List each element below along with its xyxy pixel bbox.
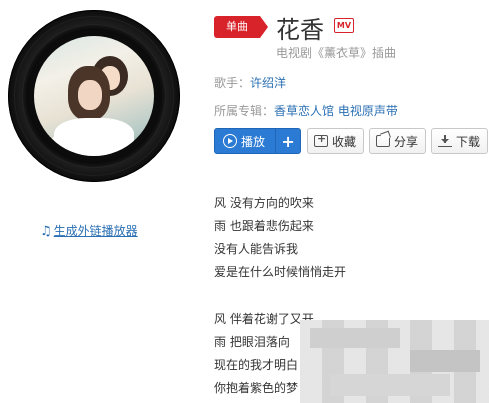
mv-icon[interactable]: MV bbox=[334, 18, 354, 33]
blur-block bbox=[330, 374, 450, 396]
cover-script-text: iver 薰 bbox=[38, 132, 87, 147]
share-label: 分享 bbox=[394, 134, 419, 149]
album-link[interactable]: 香草恋人馆 电视原声带 bbox=[274, 104, 398, 118]
singer-row: 歌手：许绍洋 bbox=[214, 74, 286, 91]
collect-button[interactable]: 收藏 bbox=[307, 128, 365, 154]
music-note-icon: ♫ bbox=[40, 224, 52, 239]
blur-block bbox=[410, 350, 480, 372]
single-badge: 单曲 bbox=[214, 16, 268, 38]
share-icon bbox=[376, 135, 390, 147]
album-cover-image: iver 薰 bbox=[34, 36, 154, 156]
song-title: 花香 bbox=[276, 16, 324, 44]
generate-player-link[interactable]: ♫ 生成外链播放器 bbox=[40, 222, 138, 239]
lyric-line: 爱是在什么时候悄悄走开 bbox=[214, 265, 347, 279]
play-button[interactable]: 播放 bbox=[215, 129, 277, 153]
download-label: 下载 bbox=[456, 134, 481, 149]
album-label: 所属专辑： bbox=[214, 104, 275, 118]
player-link-label: 生成外链播放器 bbox=[53, 224, 138, 238]
collect-label: 收藏 bbox=[332, 134, 357, 149]
singer-label: 歌手： bbox=[214, 76, 251, 90]
blur-block bbox=[310, 328, 400, 348]
add-to-playlist-button[interactable]: + bbox=[276, 129, 300, 153]
lyric-gap bbox=[214, 284, 346, 308]
play-label: 播放 bbox=[241, 134, 266, 149]
cover-face-front bbox=[78, 80, 102, 110]
collect-icon bbox=[314, 132, 328, 147]
download-icon bbox=[438, 135, 452, 147]
pixelated-overlay bbox=[300, 320, 489, 403]
singer-link[interactable]: 许绍洋 bbox=[250, 76, 286, 90]
play-icon bbox=[223, 134, 237, 148]
lyric-line: 没有人能告诉我 bbox=[214, 242, 299, 256]
album-row: 所属专辑：香草恋人馆 电视原声带 bbox=[214, 102, 398, 119]
play-button-group: 播放 + bbox=[214, 128, 302, 154]
download-button[interactable]: 下载 bbox=[431, 128, 489, 154]
share-button[interactable]: 分享 bbox=[369, 128, 427, 154]
song-subtitle: 电视剧《薰衣草》插曲 bbox=[276, 46, 397, 60]
lyric-line: 风 没有方向的吹来 bbox=[214, 196, 314, 210]
lyric-line: 雨 也跟着悲伤起来 bbox=[214, 219, 314, 233]
album-disc: iver 薰 bbox=[8, 10, 180, 182]
